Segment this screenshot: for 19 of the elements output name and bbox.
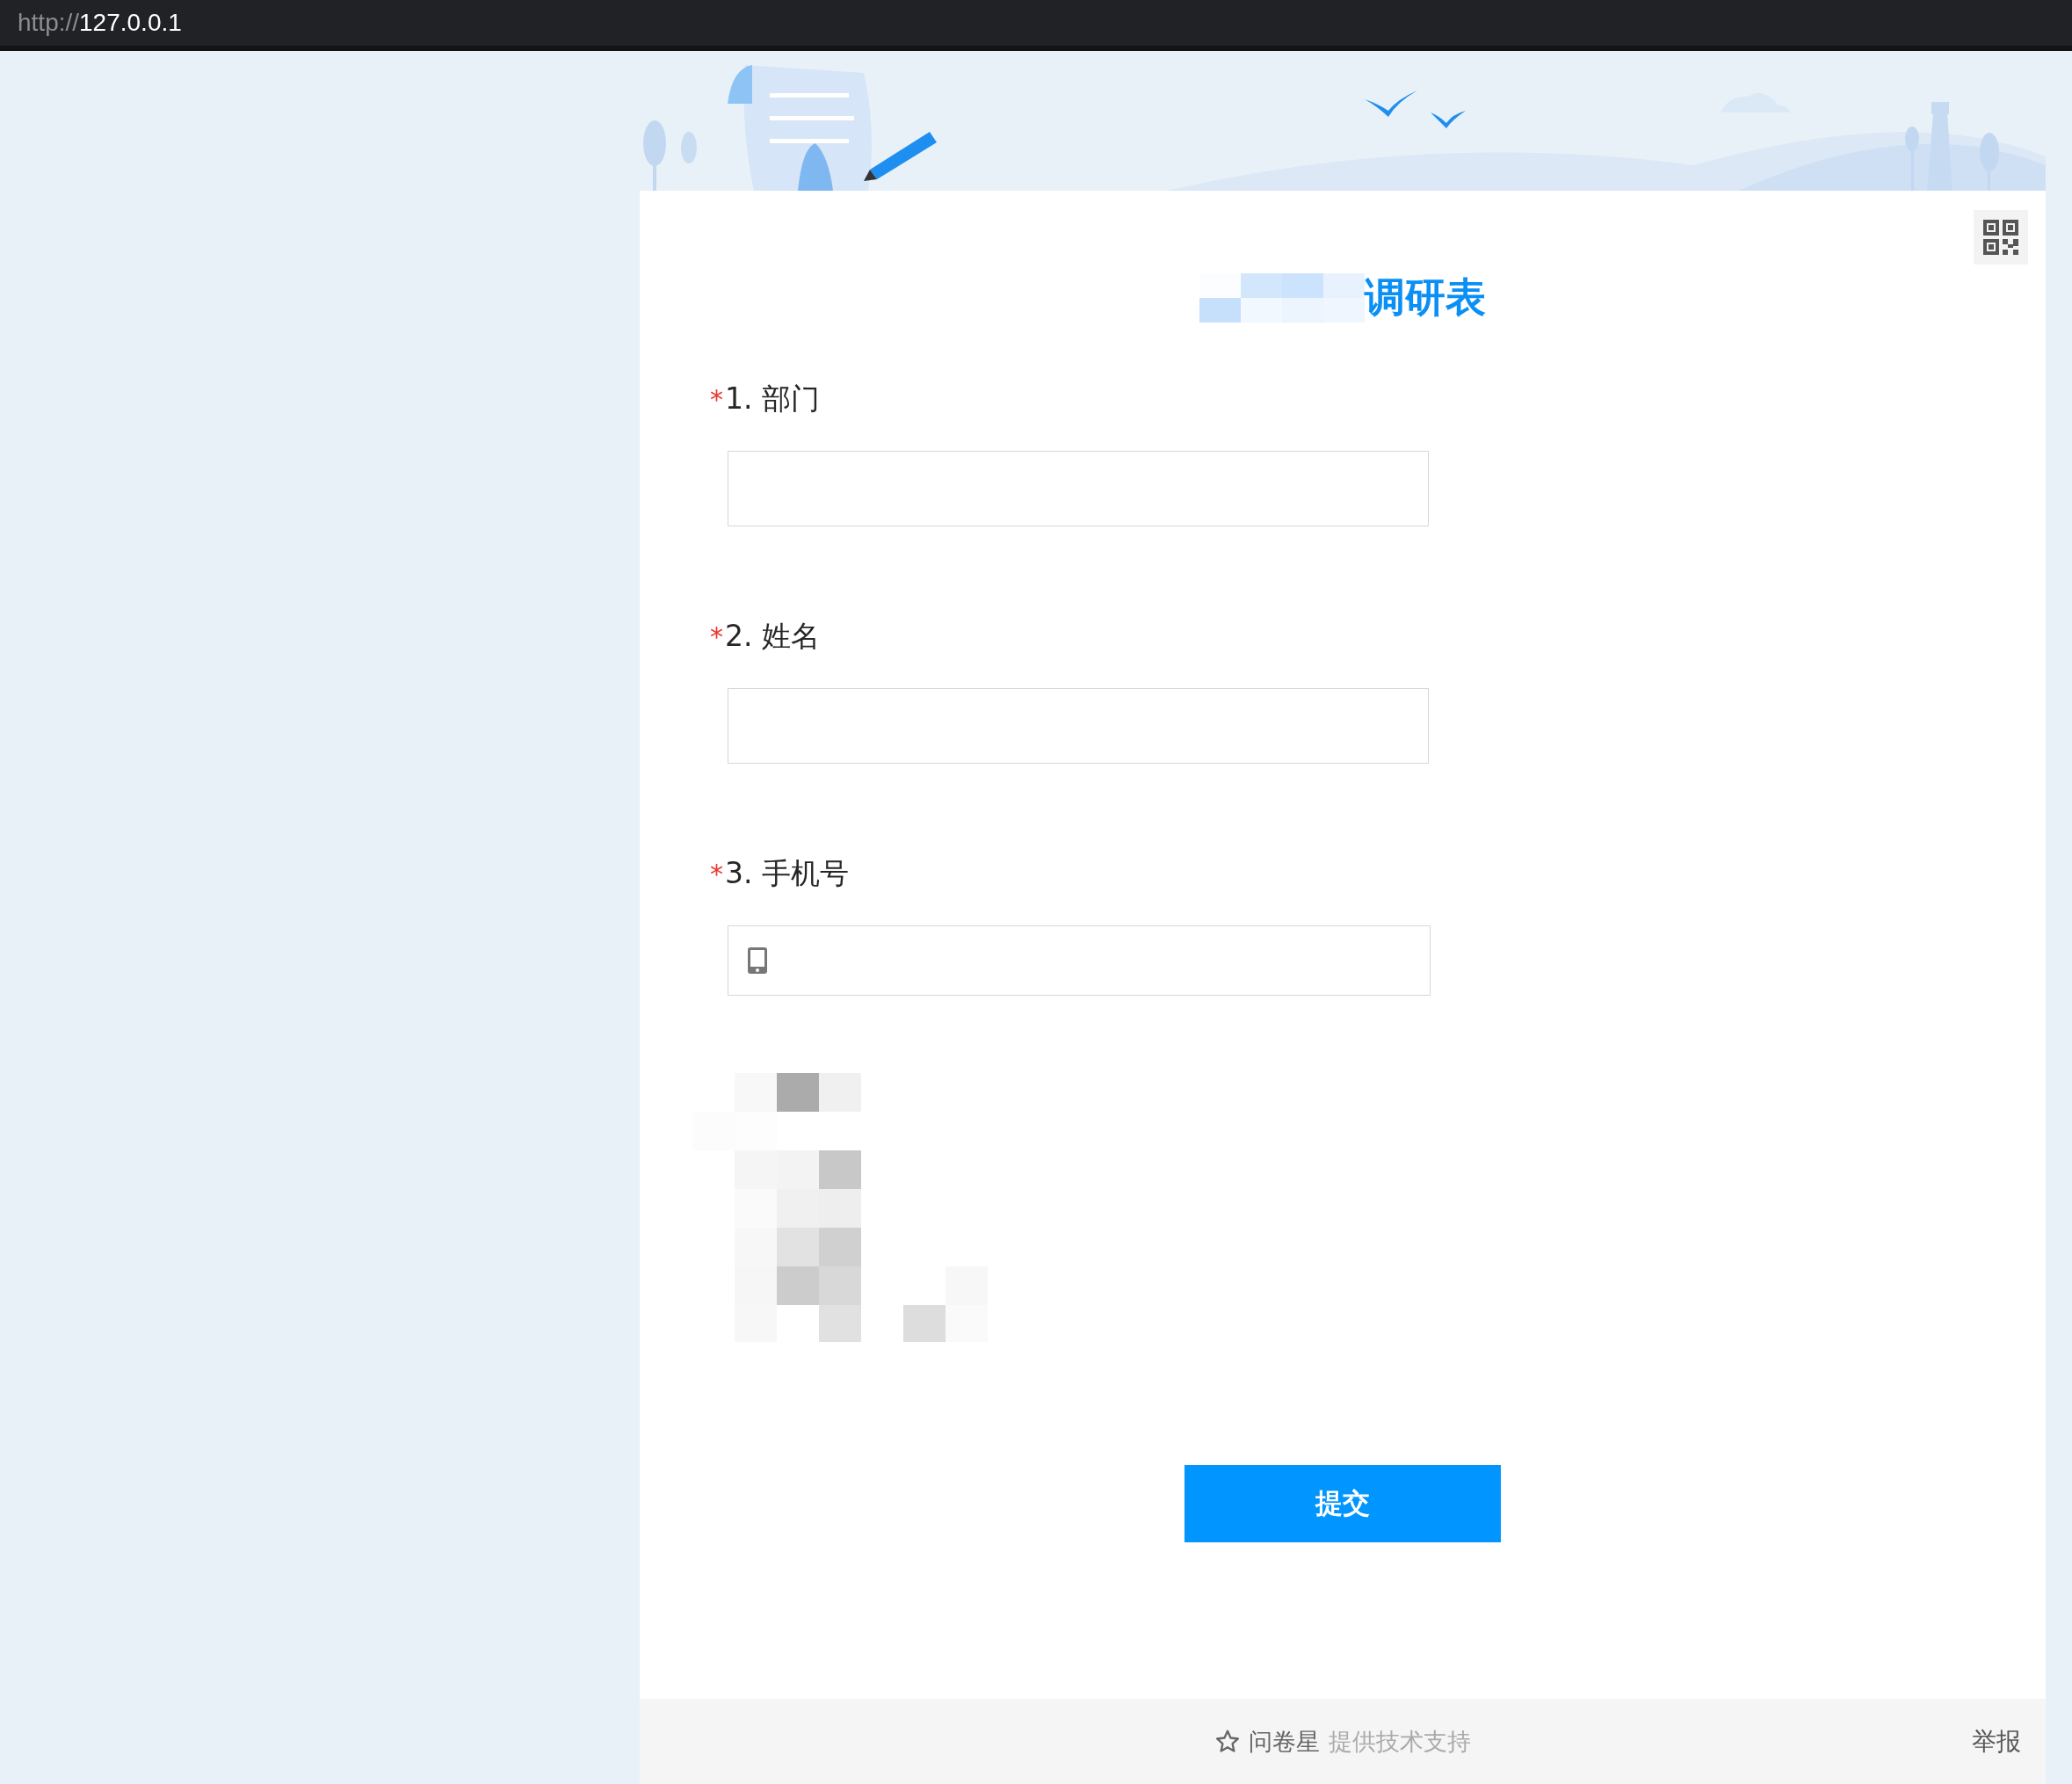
- survey-title: 调研表: [1365, 272, 1486, 323]
- credit-text: 提供技术支持: [1328, 1726, 1471, 1757]
- phone-icon: [748, 947, 767, 974]
- question-label: 1. 部门: [725, 380, 820, 417]
- input-field[interactable]: [728, 925, 1431, 996]
- report-link[interactable]: 举报: [1972, 1724, 2021, 1759]
- star-icon: [1214, 1730, 1240, 1753]
- qr-code-icon[interactable]: [1974, 210, 2028, 265]
- brand-link[interactable]: 问卷星: [1248, 1725, 1320, 1758]
- input-field[interactable]: [728, 688, 1429, 764]
- required-mark: *: [710, 383, 723, 415]
- url-host: 127.0.0.1: [79, 9, 182, 37]
- required-mark: *: [710, 858, 723, 889]
- required-mark: *: [710, 620, 723, 652]
- question-label: 3. 手机号: [725, 854, 849, 892]
- question-label: 2. 姓名: [725, 617, 820, 655]
- input-field[interactable]: [728, 451, 1429, 526]
- url-scheme: http://: [18, 9, 80, 37]
- submit-button[interactable]: 提交: [1185, 1465, 1501, 1542]
